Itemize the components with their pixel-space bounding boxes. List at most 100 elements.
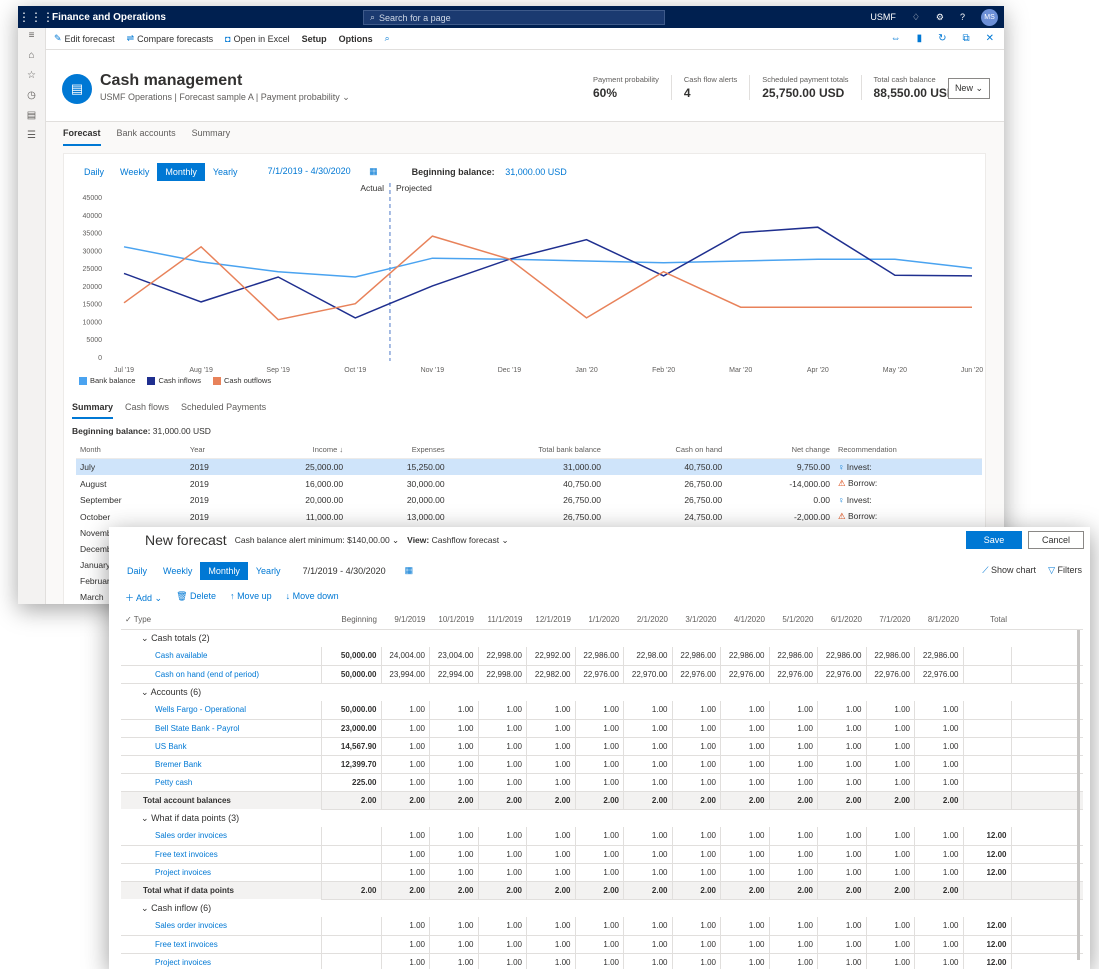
value-cell[interactable]: 1.00 <box>914 953 963 969</box>
value-cell[interactable]: 1.00 <box>623 827 672 846</box>
beginning-cell[interactable]: 23,000.00 <box>320 719 381 738</box>
kpi-cash-flow-alerts[interactable]: Cash flow alerts 4 <box>670 75 749 100</box>
value-cell[interactable]: 2.00 <box>477 791 527 810</box>
value-cell[interactable]: 2.00 <box>817 791 866 810</box>
move-up-button[interactable]: ↑ Move up <box>230 591 272 604</box>
kpi-payment-probability[interactable]: Payment probability 60% <box>581 75 671 100</box>
value-cell[interactable]: 1.00 <box>671 827 721 846</box>
group-label[interactable]: ⌄ Cash inflow (6) <box>121 899 1083 917</box>
group-row[interactable]: ⌄ Accounts (6) <box>121 683 1083 701</box>
tab-summary[interactable]: Summary <box>192 128 231 146</box>
grid-column-header[interactable]: Beginning <box>321 611 381 630</box>
row-label[interactable]: Bremer Bank <box>121 755 321 774</box>
period-yearly[interactable]: Yearly <box>248 562 289 580</box>
filters-button[interactable]: ▽ Filters <box>1048 565 1082 576</box>
tab-bank-accounts[interactable]: Bank accounts <box>117 128 176 146</box>
value-cell[interactable]: 1.00 <box>380 953 430 969</box>
value-cell[interactable]: 1.00 <box>914 935 963 954</box>
clock-icon[interactable]: ◷ <box>18 90 45 108</box>
row-label[interactable]: Cash on hand (end of period) <box>121 665 321 684</box>
value-cell[interactable]: 1.00 <box>865 935 915 954</box>
value-cell[interactable]: 1.00 <box>914 755 963 774</box>
value-cell[interactable]: 2.00 <box>623 881 672 900</box>
value-cell[interactable]: 1.00 <box>380 917 430 936</box>
value-cell[interactable]: 1.00 <box>429 737 478 756</box>
value-cell[interactable]: 1.00 <box>623 935 672 954</box>
tab-summary-grid[interactable]: Summary <box>72 402 114 419</box>
value-cell[interactable]: 2.00 <box>574 881 624 900</box>
value-cell[interactable]: 1.00 <box>720 917 769 936</box>
legend-cash-inflows[interactable]: Cash inflows <box>147 376 201 385</box>
value-cell[interactable]: 1.00 <box>623 755 672 774</box>
value-cell[interactable]: 1.00 <box>574 827 624 846</box>
row-label[interactable]: Petty cash <box>121 773 321 792</box>
value-cell[interactable]: 1.00 <box>380 827 430 846</box>
value-cell[interactable]: 1.00 <box>526 719 575 738</box>
compare-forecasts-button[interactable]: ⇌ Compare forecasts <box>127 33 214 44</box>
table-row[interactable]: Cash available 50,000.00 24,004.00 23,004.0… <box>121 647 1083 666</box>
value-cell[interactable]: 1.00 <box>574 701 624 720</box>
table-row[interactable]: Sales order invoices 1.00 1.00 1.00 1.00 1.00… <box>121 827 1083 846</box>
value-cell[interactable]: 2.00 <box>914 881 963 900</box>
row-label[interactable]: Wells Fargo - Operational <box>121 701 321 720</box>
value-cell[interactable]: 1.00 <box>477 917 527 936</box>
value-cell[interactable]: 1.00 <box>380 737 430 756</box>
value-cell[interactable]: 1.00 <box>865 863 915 882</box>
value-cell[interactable]: 1.00 <box>817 953 866 969</box>
table-row[interactable]: Petty cash 225.00 1.00 1.00 1.00 1.00 1.00 1.00… <box>121 773 1083 792</box>
value-cell[interactable]: 22,986.00 <box>574 647 624 666</box>
alert-minimum-filter[interactable]: Cash balance alert minimum: $140,00.00 ⌄ <box>235 535 399 546</box>
value-cell[interactable]: 2.00 <box>865 791 915 810</box>
value-cell[interactable]: 22,976.00 <box>720 665 769 684</box>
beginning-cell[interactable] <box>320 935 381 954</box>
value-cell[interactable]: 1.00 <box>623 773 672 792</box>
grid-column-header[interactable]: 3/1/2020 <box>672 611 721 630</box>
grid-column-header[interactable]: 11/1/2019 <box>478 611 527 630</box>
period-monthly[interactable]: Monthly <box>200 561 248 580</box>
value-cell[interactable]: 2.00 <box>623 791 672 810</box>
group-row[interactable]: ⌄ Cash totals (2) <box>121 629 1083 647</box>
value-cell[interactable]: 1.00 <box>914 917 963 936</box>
avatar[interactable]: MS <box>981 8 998 26</box>
setup-menu[interactable]: Setup <box>302 34 327 44</box>
group-label[interactable]: ⌄ What if data points (3) <box>121 809 1083 827</box>
value-cell[interactable]: 1.00 <box>623 845 672 864</box>
value-cell[interactable]: 1.00 <box>671 737 721 756</box>
value-cell[interactable]: 2.00 <box>526 791 575 810</box>
value-cell[interactable]: 1.00 <box>865 755 915 774</box>
column-header[interactable]: Income ↓ <box>245 441 348 459</box>
help-icon[interactable]: ? <box>960 12 965 22</box>
value-cell[interactable]: 1.00 <box>914 701 963 720</box>
calendar-icon[interactable]: ▦ <box>397 561 422 580</box>
value-cell[interactable]: 1.00 <box>720 863 769 882</box>
row-label[interactable]: Sales order invoices <box>121 917 321 936</box>
value-cell[interactable]: 1.00 <box>526 863 575 882</box>
value-cell[interactable]: 2.00 <box>429 881 478 900</box>
period-daily[interactable]: Daily <box>119 562 155 580</box>
value-cell[interactable]: 22,986.00 <box>768 647 818 666</box>
value-cell[interactable]: 1.00 <box>720 953 769 969</box>
value-cell[interactable]: 1.00 <box>429 935 478 954</box>
value-cell[interactable]: 2.00 <box>477 881 527 900</box>
value-cell[interactable]: 1.00 <box>914 827 963 846</box>
grid-column-header[interactable]: 2/1/2020 <box>623 611 672 630</box>
group-label[interactable]: ⌄ Accounts (6) <box>121 683 1083 701</box>
star-icon[interactable]: ☆ <box>18 70 45 88</box>
row-label[interactable]: Free text invoices <box>121 935 321 954</box>
value-cell[interactable]: 1.00 <box>768 737 818 756</box>
value-cell[interactable]: 1.00 <box>671 845 721 864</box>
beginning-cell[interactable]: 2.00 <box>320 881 381 900</box>
value-cell[interactable]: 1.00 <box>380 773 430 792</box>
value-cell[interactable]: 1.00 <box>817 737 866 756</box>
value-cell[interactable]: 1.00 <box>429 827 478 846</box>
value-cell[interactable]: 22,986.00 <box>817 647 866 666</box>
table-row[interactable]: Bremer Bank 12,399.70 1.00 1.00 1.00 1.00 1.00… <box>121 755 1083 774</box>
value-cell[interactable]: 1.00 <box>720 845 769 864</box>
table-row[interactable]: Project invoices 1.00 1.00 1.00 1.00 1.00 1.00… <box>121 953 1083 969</box>
beginning-cell[interactable]: 14,567.90 <box>320 737 381 756</box>
value-cell[interactable]: 1.00 <box>817 719 866 738</box>
column-header[interactable]: Cash on hand <box>604 441 727 459</box>
table-row[interactable]: Free text invoices 1.00 1.00 1.00 1.00 1.00 1.… <box>121 935 1083 954</box>
value-cell[interactable]: 2.00 <box>720 881 769 900</box>
value-cell[interactable]: 22,976.00 <box>865 665 915 684</box>
